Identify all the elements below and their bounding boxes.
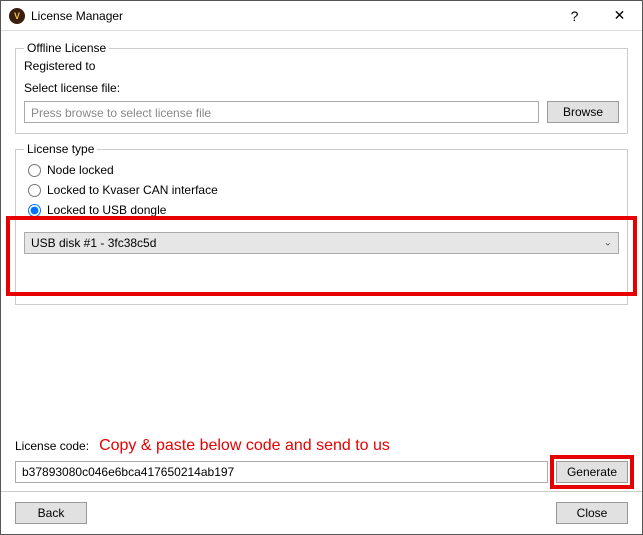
radio-node-locked-label: Node locked bbox=[47, 163, 114, 177]
radio-usb-dongle[interactable]: Locked to USB dongle bbox=[24, 200, 619, 220]
license-manager-window: V License Manager ? ✕ Offline License Re… bbox=[0, 0, 643, 535]
annotation-highlight-box bbox=[6, 216, 637, 296]
chevron-down-icon: ⌄ bbox=[604, 238, 612, 249]
license-code-input[interactable] bbox=[15, 461, 548, 483]
registered-to-label: Registered to bbox=[24, 59, 619, 73]
app-icon: V bbox=[9, 8, 25, 24]
titlebar: V License Manager ? ✕ bbox=[1, 1, 642, 31]
close-window-button[interactable]: ✕ bbox=[597, 1, 642, 31]
license-type-group: License type Node locked Locked to Kvase… bbox=[15, 142, 628, 305]
radio-node-locked-input[interactable] bbox=[28, 164, 41, 177]
offline-license-group: Offline License Registered to Select lic… bbox=[15, 41, 628, 134]
window-title: License Manager bbox=[31, 9, 123, 23]
select-file-label: Select license file: bbox=[24, 81, 619, 95]
radio-kvaser-label: Locked to Kvaser CAN interface bbox=[47, 183, 218, 197]
radio-usb-dongle-label: Locked to USB dongle bbox=[47, 203, 166, 217]
usb-disk-select[interactable]: USB disk #1 - 3fc38c5d ⌄ bbox=[24, 232, 619, 254]
back-button[interactable]: Back bbox=[15, 502, 87, 524]
close-button[interactable]: Close bbox=[556, 502, 628, 524]
radio-kvaser-input[interactable] bbox=[28, 184, 41, 197]
generate-button[interactable]: Generate bbox=[556, 461, 628, 483]
radio-kvaser[interactable]: Locked to Kvaser CAN interface bbox=[24, 180, 619, 200]
license-code-area: License code: Copy & paste below code an… bbox=[15, 437, 628, 483]
usb-disk-select-value: USB disk #1 - 3fc38c5d bbox=[31, 236, 156, 250]
footer: Back Close bbox=[1, 491, 642, 534]
license-type-legend: License type bbox=[24, 142, 97, 156]
help-button[interactable]: ? bbox=[552, 1, 597, 31]
content-area: Offline License Registered to Select lic… bbox=[1, 31, 642, 491]
license-file-input[interactable]: Press browse to select license file bbox=[24, 101, 539, 123]
offline-legend: Offline License bbox=[24, 41, 109, 55]
license-code-label: License code: bbox=[15, 439, 89, 453]
instruction-text: Copy & paste below code and send to us bbox=[99, 437, 390, 455]
browse-button[interactable]: Browse bbox=[547, 101, 619, 123]
radio-node-locked[interactable]: Node locked bbox=[24, 160, 619, 180]
radio-usb-dongle-input[interactable] bbox=[28, 204, 41, 217]
